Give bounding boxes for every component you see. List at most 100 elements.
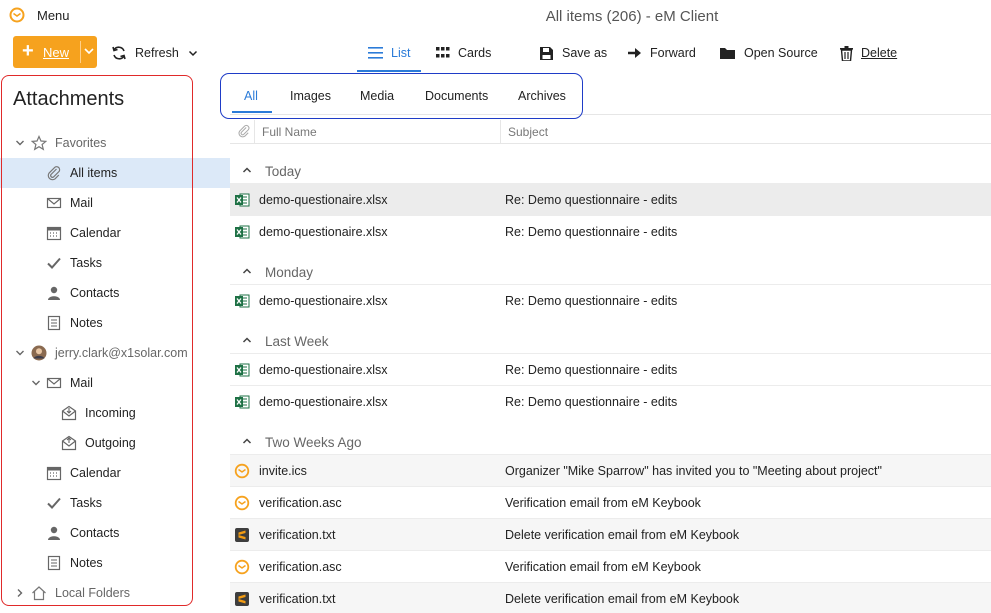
save-as-label: Save as — [562, 46, 608, 60]
sidebar-item-label: Mail — [70, 196, 93, 210]
chevron-down-icon[interactable] — [15, 138, 25, 148]
delete-button[interactable]: Delete — [840, 44, 897, 62]
chevron-down-icon[interactable] — [83, 45, 95, 57]
file-name: demo-questionaire.xlsx — [259, 225, 388, 239]
sidebar-item-label: Tasks — [70, 496, 102, 510]
sidebar-item-all-items[interactable]: All items — [0, 158, 230, 188]
tab-archives[interactable]: Archives — [518, 89, 566, 103]
sidebar-group-favorites[interactable]: Favorites — [0, 128, 230, 158]
sidebar-item-account-tasks[interactable]: Tasks — [0, 488, 230, 518]
group-header-two-weeks-ago[interactable]: Two Weeks Ago — [230, 426, 991, 456]
file-name: demo-questionaire.xlsx — [259, 395, 388, 409]
sidebar-group-account[interactable]: jerry.clark@x1solar.com — [0, 338, 230, 368]
column-divider[interactable] — [500, 120, 501, 144]
sidebar-item-account-calendar[interactable]: Calendar — [0, 458, 230, 488]
file-subject: Verification email from eM Keybook — [505, 496, 701, 510]
sidebar-item-label: Calendar — [70, 226, 121, 240]
open-source-label: Open Source — [744, 46, 818, 60]
sidebar-item-tasks[interactable]: Tasks — [0, 248, 230, 278]
group-header-monday[interactable]: Monday — [230, 256, 991, 286]
excel-icon — [235, 294, 250, 308]
sidebar-group-local-folders[interactable]: Local Folders — [0, 578, 230, 608]
tab-media[interactable]: Media — [360, 89, 394, 103]
outbox-icon — [61, 435, 77, 451]
tab-all[interactable]: All — [244, 89, 258, 103]
home-icon — [32, 586, 46, 601]
refresh-button[interactable]: Refresh — [111, 44, 206, 62]
arrow-right-icon — [628, 48, 641, 58]
file-name: verification.asc — [259, 560, 342, 574]
chevron-right-icon[interactable] — [15, 588, 25, 598]
sidebar-item-account-mail[interactable]: Mail — [0, 368, 230, 398]
table-row[interactable]: verification.asc Verification email from… — [230, 550, 991, 582]
table-row[interactable]: demo-questionaire.xlsx Re: Demo question… — [230, 284, 991, 316]
table-row[interactable]: verification.txt Delete verification ema… — [230, 582, 991, 613]
cards-view-button[interactable]: Cards — [436, 44, 491, 62]
refresh-label: Refresh — [135, 46, 179, 60]
chevron-up-icon[interactable] — [242, 266, 252, 276]
tab-images[interactable]: Images — [290, 89, 331, 103]
list-view-button[interactable]: List — [368, 44, 410, 62]
list-icon — [368, 47, 383, 59]
inbox-icon — [61, 405, 77, 421]
table-row[interactable]: demo-questionaire.xlsx Re: Demo question… — [230, 385, 991, 417]
tab-documents[interactable]: Documents — [425, 89, 488, 103]
chevron-up-icon[interactable] — [242, 335, 252, 345]
chevron-up-icon[interactable] — [242, 165, 252, 175]
sidebar-item-label: Notes — [70, 316, 103, 330]
person-icon — [48, 286, 60, 300]
sidebar-item-account-contacts[interactable]: Contacts — [0, 518, 230, 548]
sidebar-item-label: All items — [70, 166, 118, 180]
chevron-down-icon[interactable] — [31, 378, 41, 388]
check-icon — [47, 497, 61, 509]
calendar-icon — [46, 226, 62, 241]
file-name: invite.ics — [259, 464, 307, 478]
new-button[interactable]: + New — [13, 36, 97, 68]
file-subject: Re: Demo questionnaire - edits — [505, 395, 678, 409]
group-header-today[interactable]: Today — [230, 155, 991, 185]
column-divider[interactable] — [254, 120, 255, 144]
sidebar-item-incoming[interactable]: Incoming — [0, 398, 230, 428]
table-row[interactable]: demo-questionaire.xlsx Re: Demo question… — [230, 183, 991, 215]
toolbar: + New Refresh List Cards Save as Forward… — [0, 36, 991, 72]
file-name: verification.txt — [259, 592, 336, 606]
table-row[interactable]: verification.txt Delete verification ema… — [230, 518, 991, 550]
chevron-down-icon[interactable] — [15, 348, 25, 358]
refresh-icon — [112, 46, 126, 60]
file-subject: Re: Demo questionnaire - edits — [505, 193, 678, 207]
check-icon — [47, 257, 61, 269]
file-subject: Re: Demo questionnaire - edits — [505, 225, 678, 239]
sidebar-item-account-notes[interactable]: Notes — [0, 548, 230, 578]
sidebar-item-calendar[interactable]: Calendar — [0, 218, 230, 248]
mail-icon — [46, 377, 62, 389]
group-header-last-week[interactable]: Last Week — [230, 325, 991, 355]
file-subject: Re: Demo questionnaire - edits — [505, 363, 678, 377]
paperclip-icon[interactable] — [237, 124, 251, 138]
plus-icon: + — [22, 40, 34, 62]
save-as-button[interactable]: Save as — [539, 44, 607, 62]
sidebar-item-mail[interactable]: Mail — [0, 188, 230, 218]
chevron-down-icon[interactable] — [188, 48, 198, 58]
cards-icon — [436, 47, 450, 58]
column-header: Full Name Subject — [230, 120, 991, 144]
emclient-icon — [234, 495, 250, 511]
chevron-up-icon[interactable] — [242, 436, 252, 446]
table-row[interactable]: invite.ics Organizer "Mike Sparrow" has … — [230, 454, 991, 486]
sidebar-item-label: Outgoing — [85, 436, 136, 450]
sidebar-item-label: Mail — [70, 376, 93, 390]
table-row[interactable]: verification.asc Verification email from… — [230, 486, 991, 518]
sidebar-group-label: Favorites — [55, 136, 107, 150]
sidebar-item-contacts[interactable]: Contacts — [0, 278, 230, 308]
sidebar-item-outgoing[interactable]: Outgoing — [0, 428, 230, 458]
column-header-subject[interactable]: Subject — [508, 125, 548, 139]
table-row[interactable]: demo-questionaire.xlsx Re: Demo question… — [230, 215, 991, 247]
column-header-full-name[interactable]: Full Name — [262, 125, 317, 139]
table-row[interactable]: demo-questionaire.xlsx Re: Demo question… — [230, 353, 991, 385]
new-button-divider — [80, 41, 81, 63]
file-name: verification.asc — [259, 496, 342, 510]
save-icon — [540, 46, 553, 60]
group-label: Today — [265, 164, 302, 179]
forward-button[interactable]: Forward — [627, 44, 696, 62]
open-source-button[interactable]: Open Source — [719, 44, 818, 62]
sidebar-item-notes[interactable]: Notes — [0, 308, 230, 338]
